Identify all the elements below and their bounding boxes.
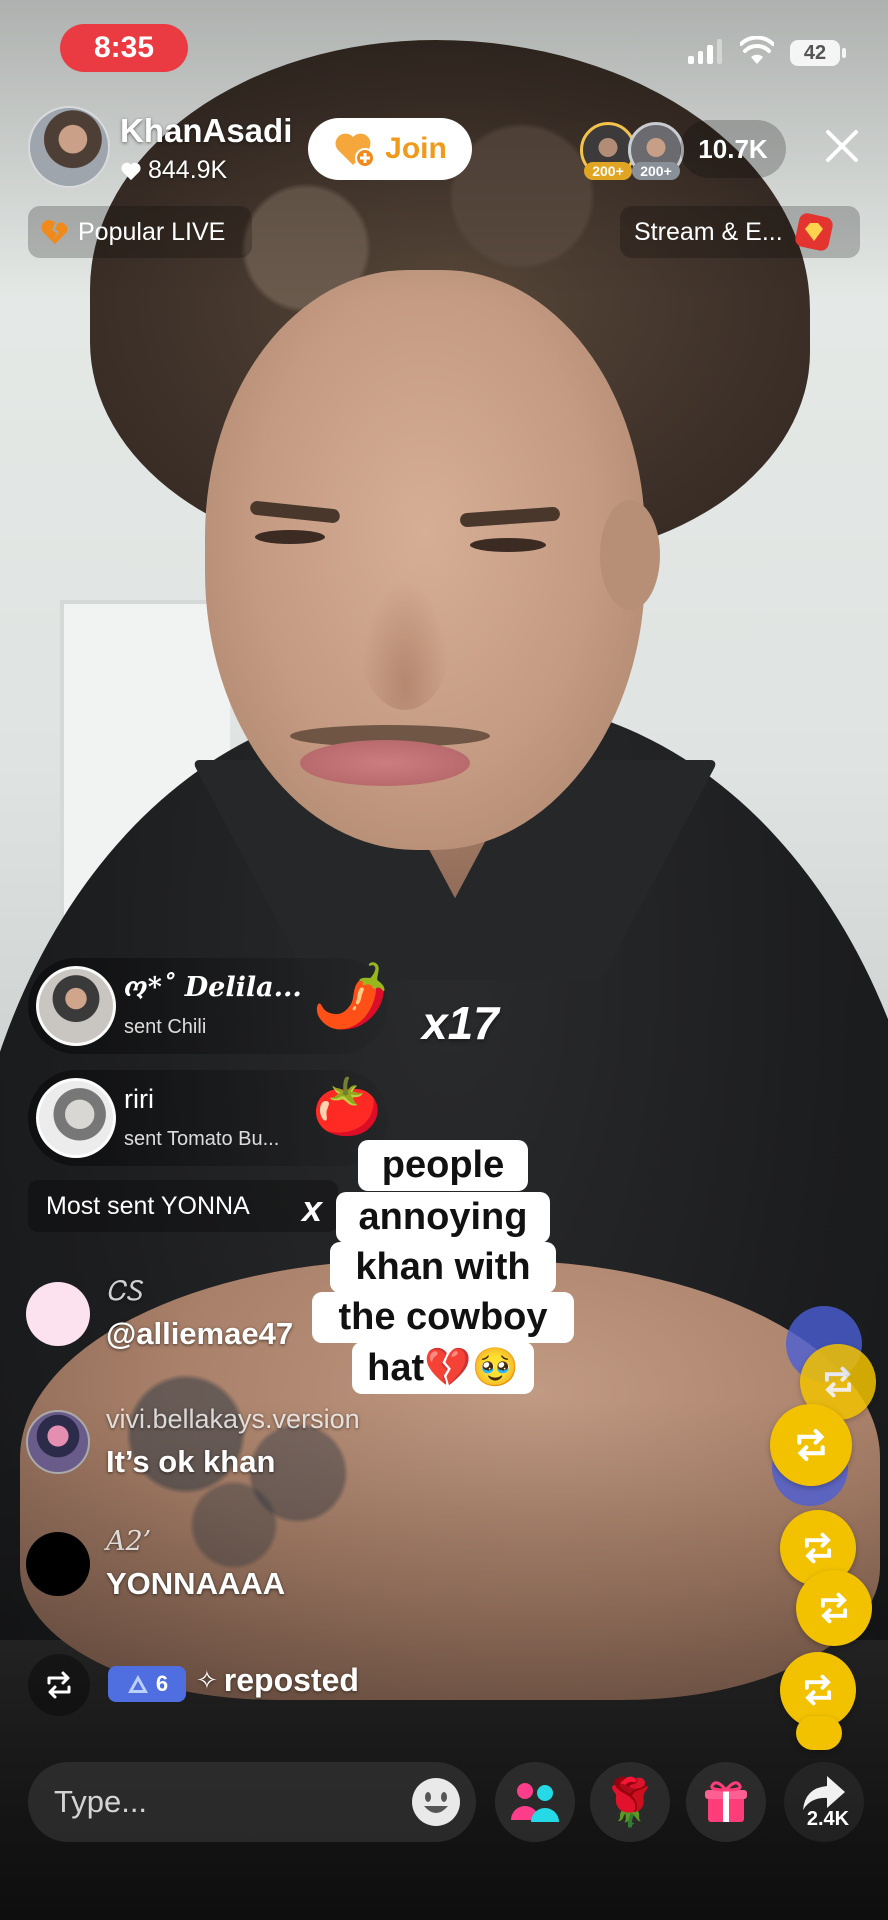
fan-club-heart-icon	[335, 133, 376, 168]
floating-repost-bubble	[796, 1570, 872, 1646]
rose-icon: 🌹	[601, 1775, 659, 1828]
status-time: 8:35	[60, 24, 188, 72]
most-sent-multiplier: x	[302, 1188, 323, 1229]
chat-message[interactable]: ᏟᏚ @alliemae47	[26, 1276, 586, 1376]
host-likes-count: 844.9K	[148, 156, 228, 184]
chat-message[interactable]: A2’ YONNAAAA	[26, 1526, 586, 1626]
emoji-icon[interactable]	[410, 1776, 462, 1828]
most-sent-banner: Most sent YONNA	[28, 1180, 338, 1232]
repost-icon	[47, 1671, 71, 1699]
popular-live-label: Popular LIVE	[78, 217, 226, 246]
repost-notice: ✧ reposted	[196, 1662, 359, 1699]
host-eye-right	[470, 538, 546, 552]
caption-line: people	[358, 1140, 528, 1191]
repost-button[interactable]	[28, 1654, 90, 1716]
host-likes: 844.9K	[120, 156, 227, 185]
join-label: Join	[385, 132, 447, 165]
sparkle-icon: ✧	[196, 1665, 218, 1695]
user-level-badge: 6	[108, 1666, 186, 1702]
popular-live-pill[interactable]: Popular LIVE	[28, 206, 252, 258]
battery-indicator: 42	[790, 40, 846, 66]
comment-input[interactable]: Type...	[28, 1762, 476, 1842]
gift-description: sent Tomato Bu...	[124, 1128, 280, 1150]
chili-gift-icon: 🌶️	[312, 962, 390, 1031]
level-triangle-icon	[127, 1675, 148, 1693]
host-eye-left	[255, 530, 325, 544]
chat-username[interactable]: A2’	[106, 1526, 151, 1557]
people-icon	[511, 1783, 559, 1822]
chat-text: It’s ok khan	[106, 1444, 276, 1479]
viewer-rank-badge: 200+	[584, 162, 632, 180]
repost-icon	[824, 1366, 852, 1398]
chat-message[interactable]: vivi.bellakays.version It’s ok khan	[26, 1404, 586, 1504]
user-level: 6	[155, 1671, 169, 1696]
floating-repost-bubble	[796, 1716, 842, 1750]
stream-event-pill[interactable]: Stream & E...	[620, 206, 860, 258]
close-icon[interactable]	[820, 124, 864, 168]
gift-combo-count: x17	[422, 997, 499, 1049]
top-viewers[interactable]: 200+ 200+	[580, 122, 690, 180]
join-button[interactable]: Join	[308, 118, 472, 180]
status-bar: 8:35 42	[0, 0, 888, 90]
cellular-signal-icon	[688, 38, 722, 64]
multi-guest-button[interactable]	[495, 1762, 575, 1842]
most-sent-label: Most sent YONNA	[46, 1191, 250, 1220]
share-count: 2.4K	[806, 1808, 850, 1830]
gifter-name: riri	[124, 1084, 154, 1114]
gifter-avatar[interactable]	[36, 1078, 116, 1158]
broken-heart-icon	[41, 220, 68, 244]
gem-icon	[794, 213, 833, 251]
chat-text: YONNAAAA	[106, 1566, 286, 1601]
viewer-rank-badge: 200+	[632, 162, 680, 180]
gift-button[interactable]	[686, 1762, 766, 1842]
repost-icon	[797, 1428, 825, 1462]
host-nose	[360, 580, 450, 710]
wifi-icon	[740, 36, 774, 64]
repost-icon	[804, 1674, 832, 1706]
gifter-name: ო*˚ 𝑫𝒆𝒍𝒊𝒍𝒂...	[124, 972, 302, 1003]
repost-label: reposted	[223, 1662, 359, 1698]
heart-icon	[121, 162, 141, 180]
chat-avatar[interactable]	[26, 1532, 90, 1596]
chat-avatar[interactable]	[26, 1282, 90, 1346]
viewer-count[interactable]: 10.7K	[680, 120, 786, 178]
floating-repost-bubble	[770, 1404, 852, 1486]
chat-text: @alliemae47	[106, 1316, 294, 1351]
host-name[interactable]: KhanAsadi	[120, 112, 292, 150]
repost-icon	[804, 1532, 832, 1564]
stream-event-label: Stream & E...	[634, 217, 783, 246]
repost-icon	[820, 1592, 848, 1624]
chat-username[interactable]: vivi.bellakays.version	[106, 1404, 360, 1435]
host-avatar[interactable]	[28, 106, 110, 188]
gifter-avatar[interactable]	[36, 966, 116, 1046]
gift-icon	[705, 1781, 747, 1822]
gift-description: sent Chili	[124, 1016, 207, 1038]
host-ear	[600, 500, 660, 610]
comment-placeholder: Type...	[54, 1784, 148, 1819]
caption-line: annoying	[336, 1192, 550, 1243]
rose-gift-button[interactable]: 🌹	[590, 1762, 670, 1842]
tomato-gift-icon: 🍅	[312, 1075, 382, 1138]
host-lips	[300, 740, 470, 786]
chat-username[interactable]: ᏟᏚ	[106, 1276, 142, 1308]
chat-avatar[interactable]	[26, 1410, 90, 1474]
